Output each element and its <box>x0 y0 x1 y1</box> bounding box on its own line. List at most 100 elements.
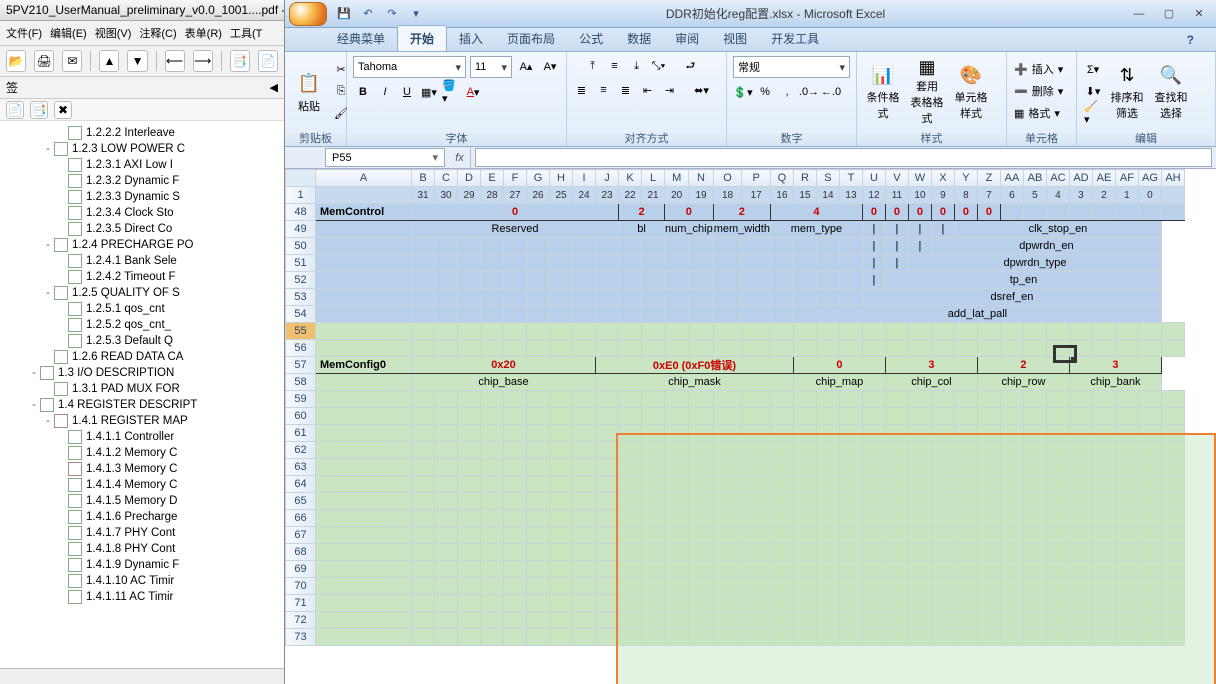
autosum-icon[interactable]: Σ▾ <box>1083 59 1103 79</box>
print-icon[interactable]: 🖨 <box>34 50 54 72</box>
clear-icon[interactable]: 🧹▾ <box>1083 103 1103 123</box>
row-header[interactable]: 50 <box>286 238 316 255</box>
font-name-combo[interactable]: Tahoma▾ <box>353 56 466 78</box>
close-icon[interactable]: ✕ <box>1186 6 1212 22</box>
pdf-menu-item[interactable]: 视图(V) <box>95 25 132 41</box>
formula-input[interactable] <box>475 148 1212 167</box>
row-header[interactable]: 48 <box>286 204 316 221</box>
page-icon[interactable]: 📄 <box>258 50 278 72</box>
minimize-icon[interactable]: — <box>1126 6 1152 22</box>
col-header[interactable]: S <box>816 170 839 187</box>
italic-button[interactable]: I <box>375 82 395 102</box>
delete-bookmark-icon[interactable]: ✖ <box>54 101 72 119</box>
col-header[interactable]: C <box>435 170 458 187</box>
bookmark-item[interactable]: -1.4.1 REGISTER MAP <box>0 413 284 429</box>
worksheet-grid[interactable]: ABCDEFGHIJKLMNOPQRSTUVWXYZAAABACADAEAFAG… <box>285 169 1216 684</box>
col-header[interactable]: W <box>908 170 931 187</box>
pdf-menu-item[interactable]: 表单(R) <box>185 25 222 41</box>
row-header[interactable]: 49 <box>286 221 316 238</box>
merge-icon[interactable]: ⬌▾ <box>682 80 722 100</box>
row-header[interactable]: 57 <box>286 357 316 374</box>
col-header[interactable]: I <box>573 170 596 187</box>
ribbon-tab[interactable]: 开发工具 <box>759 26 831 51</box>
open-icon[interactable]: 📂 <box>6 50 26 72</box>
bookmark-item[interactable]: 1.4.1.2 Memory C <box>0 445 284 461</box>
bold-button[interactable]: B <box>353 82 373 102</box>
bookmark-item[interactable]: -1.2.3 LOW POWER C <box>0 141 284 157</box>
ribbon-tab[interactable]: 经典菜单 <box>325 26 397 51</box>
ribbon-tab[interactable]: 开始 <box>397 25 447 51</box>
save-icon[interactable]: 💾 <box>335 5 353 23</box>
col-header[interactable]: R <box>793 170 816 187</box>
col-header[interactable]: H <box>550 170 573 187</box>
bookmark-item[interactable]: 1.2.2.2 Interleave <box>0 125 284 141</box>
row-header[interactable]: 60 <box>286 408 316 425</box>
row-header[interactable]: 53 <box>286 289 316 306</box>
bookmark-item[interactable]: 1.3.1 PAD MUX FOR <box>0 381 284 397</box>
bookmark-item[interactable]: 1.4.1.4 Memory C <box>0 477 284 493</box>
col-header[interactable]: G <box>527 170 550 187</box>
row-header[interactable]: 59 <box>286 391 316 408</box>
fill-color-icon[interactable]: 🪣▾ <box>441 82 461 102</box>
col-header[interactable]: T <box>839 170 862 187</box>
row-header[interactable]: 69 <box>286 561 316 578</box>
redo-icon[interactable]: ↷ <box>383 5 401 23</box>
col-header[interactable]: V <box>885 170 908 187</box>
row-header[interactable]: 65 <box>286 493 316 510</box>
col-header[interactable]: O <box>713 170 742 187</box>
bookmark-icon[interactable]: 📑 <box>230 50 250 72</box>
bookmark-item[interactable]: 1.2.4.2 Timeout F <box>0 269 284 285</box>
pdf-menu-item[interactable]: 工具(T <box>230 25 262 41</box>
new-bookmark-icon[interactable]: 📄 <box>6 101 24 119</box>
row-header[interactable]: 51 <box>286 255 316 272</box>
col-header[interactable]: AG <box>1138 170 1161 187</box>
format-cells-button[interactable]: ▦格式▾ <box>1013 103 1071 123</box>
bookmark-tab-label[interactable]: 签 <box>6 79 18 96</box>
bookmark-item[interactable]: 1.2.3.2 Dynamic F <box>0 173 284 189</box>
back-icon[interactable]: ⟵ <box>165 50 185 72</box>
cond-format-button[interactable]: 📊条件格式 <box>863 58 903 124</box>
align-center-icon[interactable]: ≡ <box>594 80 614 100</box>
bookmark-item[interactable]: -1.2.4 PRECHARGE PO <box>0 237 284 253</box>
bookmark-item[interactable]: 1.2.3.5 Direct Co <box>0 221 284 237</box>
ribbon-tab[interactable]: 审阅 <box>663 26 711 51</box>
bookmark-add-icon[interactable]: 📑 <box>30 101 48 119</box>
collapse-pane-icon[interactable]: ◀ <box>270 81 278 94</box>
pdf-hscroll[interactable] <box>0 668 284 684</box>
indent-inc-icon[interactable]: ⇥ <box>660 80 680 100</box>
col-header[interactable]: B <box>412 170 435 187</box>
ribbon-tab[interactable]: 页面布局 <box>495 26 567 51</box>
row-header[interactable]: 70 <box>286 578 316 595</box>
align-middle-icon[interactable]: ≡ <box>605 56 625 76</box>
row-header[interactable]: 54 <box>286 306 316 323</box>
bookmark-item[interactable]: -1.4 REGISTER DESCRIPT <box>0 397 284 413</box>
col-header[interactable]: AC <box>1046 170 1069 187</box>
col-header[interactable]: Y <box>954 170 977 187</box>
col-header[interactable]: AD <box>1069 170 1092 187</box>
col-header[interactable]: AF <box>1115 170 1138 187</box>
col-header[interactable]: A <box>316 170 412 187</box>
bookmark-item[interactable]: 1.4.1.6 Precharge <box>0 509 284 525</box>
border-icon[interactable]: ▦▾ <box>419 82 439 102</box>
find-select-button[interactable]: 🔍查找和 选择 <box>1151 58 1191 124</box>
fill-icon[interactable]: ⬇▾ <box>1083 81 1103 101</box>
inc-decimal-icon[interactable]: .0→ <box>799 82 819 102</box>
mail-icon[interactable]: ✉ <box>62 50 82 72</box>
col-header[interactable]: F <box>504 170 527 187</box>
align-left-icon[interactable]: ≣ <box>572 80 592 100</box>
row-header[interactable]: 66 <box>286 510 316 527</box>
col-header[interactable]: Z <box>977 170 1000 187</box>
row-header[interactable]: 64 <box>286 476 316 493</box>
row-header[interactable]: 68 <box>286 544 316 561</box>
pdf-menu-item[interactable]: 编辑(E) <box>50 25 87 41</box>
pdf-menu-item[interactable]: 文件(F) <box>6 25 42 41</box>
col-header[interactable]: L <box>642 170 665 187</box>
bookmark-item[interactable]: 1.4.1.11 AC Timir <box>0 589 284 605</box>
align-right-icon[interactable]: ≣ <box>616 80 636 100</box>
ribbon-tab[interactable]: 插入 <box>447 26 495 51</box>
maximize-icon[interactable]: ▢ <box>1156 6 1182 22</box>
row-header[interactable]: 1 <box>286 187 316 204</box>
cell-styles-button[interactable]: 🎨单元格 样式 <box>951 58 991 124</box>
row-header[interactable]: 73 <box>286 629 316 646</box>
insert-cells-button[interactable]: ➕插入▾ <box>1013 59 1071 79</box>
